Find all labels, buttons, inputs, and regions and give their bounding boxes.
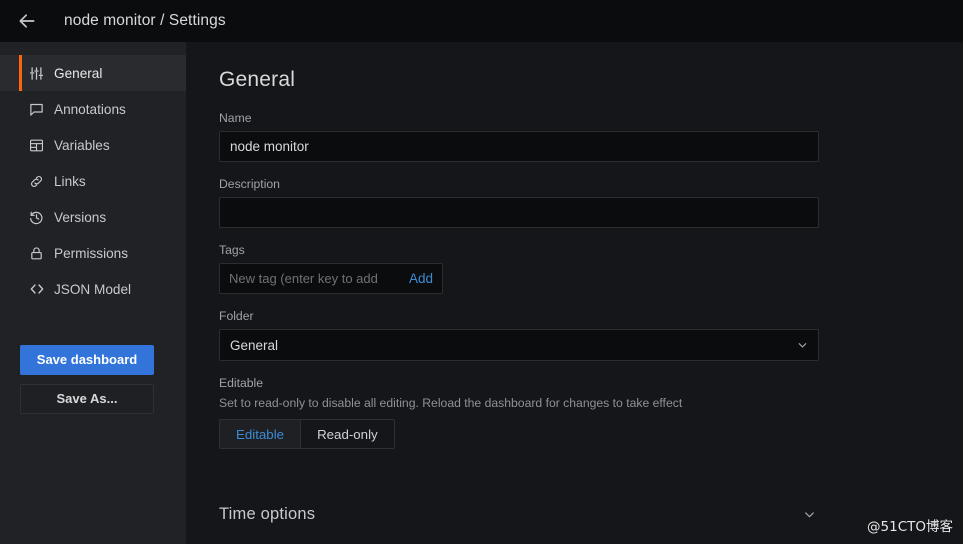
chevron-down-icon (802, 507, 817, 522)
grid-icon (28, 137, 45, 154)
sidebar-item-label: Versions (54, 209, 107, 225)
description-field-group: Description (219, 177, 963, 228)
editable-field-group: Editable Set to read-only to disable all… (219, 376, 963, 449)
sidebar-item-label: JSON Model (54, 281, 132, 297)
settings-nav-list: General Annotations Variables Links Vers… (0, 42, 186, 307)
sidebar-item-general[interactable]: General (0, 55, 186, 91)
tags-input[interactable] (229, 271, 403, 286)
sidebar-item-label: Annotations (54, 101, 126, 117)
comment-icon (28, 101, 45, 118)
name-field-group: Name (219, 111, 963, 162)
history-icon (28, 209, 45, 226)
save-dashboard-button[interactable]: Save dashboard (20, 345, 154, 375)
tags-label: Tags (219, 243, 245, 257)
folder-select[interactable]: General (219, 329, 819, 361)
sidebar-item-variables[interactable]: Variables (0, 127, 186, 163)
settings-sidebar: General Annotations Variables Links Vers… (0, 42, 186, 544)
folder-field-group: Folder General (219, 309, 963, 361)
page-header: node monitor / Settings (0, 0, 963, 42)
editable-option-editable[interactable]: Editable (220, 420, 302, 448)
section-title-general: General (219, 68, 296, 91)
folder-label: Folder (219, 309, 254, 323)
sidebar-item-annotations[interactable]: Annotations (0, 91, 186, 127)
sidebar-item-links[interactable]: Links (0, 163, 186, 199)
add-tag-button[interactable]: Add (409, 271, 433, 286)
sidebar-actions: Save dashboard Save As... (0, 345, 186, 414)
sidebar-item-versions[interactable]: Versions (0, 199, 186, 235)
sliders-icon (28, 65, 45, 82)
back-button[interactable] (13, 7, 41, 35)
watermark-label: @51CTO博客 (867, 519, 953, 535)
arrow-left-icon (17, 11, 37, 31)
description-label: Description (219, 177, 280, 191)
page-title-breadcrumb: node monitor / Settings (64, 12, 226, 29)
sidebar-item-label: General (54, 65, 103, 81)
time-options-title: Time options (219, 504, 316, 523)
sidebar-item-permissions[interactable]: Permissions (0, 235, 186, 271)
link-icon (28, 173, 45, 190)
sidebar-item-label: Variables (54, 137, 110, 153)
name-label: Name (219, 111, 252, 125)
sidebar-item-label: Links (54, 173, 86, 189)
folder-selected-value: General (230, 337, 279, 353)
editable-radio-group: Editable Read-only (219, 419, 395, 449)
name-input[interactable] (219, 131, 819, 162)
lock-icon (28, 245, 45, 262)
description-input[interactable] (219, 197, 819, 228)
editable-help-text: Set to read-only to disable all editing.… (219, 396, 683, 410)
editable-option-readonly[interactable]: Read-only (301, 420, 394, 448)
sidebar-item-label: Permissions (54, 245, 129, 261)
code-icon (28, 281, 45, 298)
chevron-down-icon (796, 339, 809, 352)
tags-field-group: Tags Add (219, 243, 963, 294)
settings-content: General Name Description Tags Add Folder… (186, 42, 963, 544)
editable-label: Editable (219, 376, 264, 390)
time-options-section-header[interactable]: Time options (219, 494, 820, 534)
save-as-button[interactable]: Save As... (20, 384, 154, 414)
settings-page: node monitor / Settings General Annotati… (0, 0, 963, 544)
tags-input-wrapper: Add (219, 263, 443, 294)
sidebar-item-json-model[interactable]: JSON Model (0, 271, 186, 307)
